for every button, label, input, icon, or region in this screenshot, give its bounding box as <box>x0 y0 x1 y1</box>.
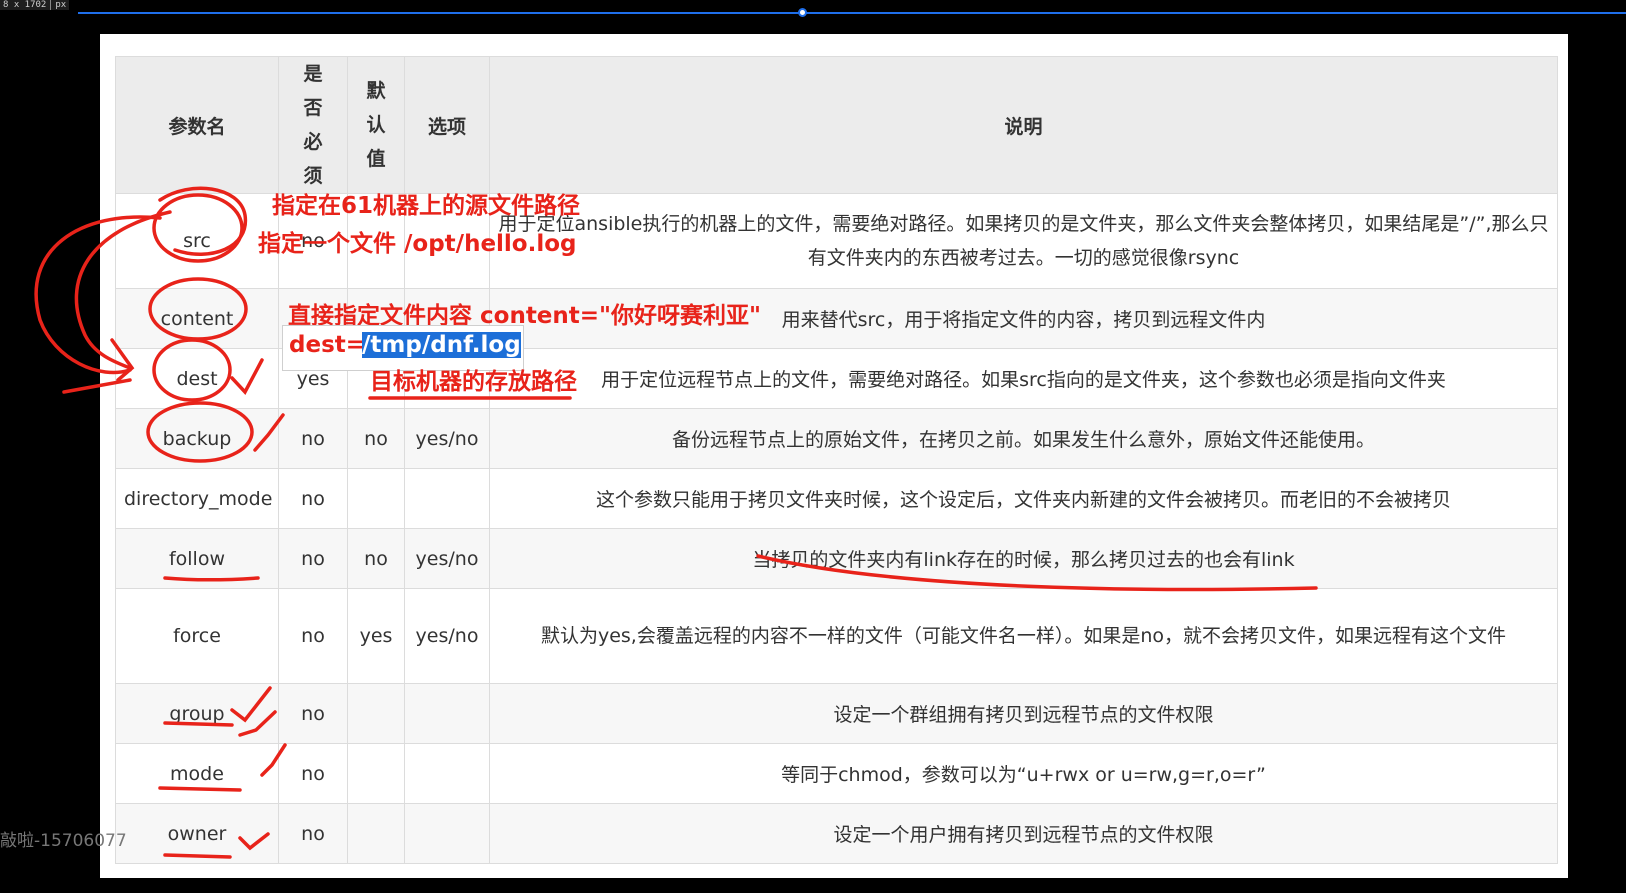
param-name: group <box>115 683 279 744</box>
param-options: yes/no <box>404 528 490 589</box>
param-description: 备份远程节点上的原始文件，在拷贝之前。如果发生什么意外，原始文件还能使用。 <box>489 408 1558 469</box>
annotation-dest-prefix: dest= <box>289 332 366 358</box>
watermark-text: 敲啦-15706077 <box>0 831 127 851</box>
param-description: 等同于chmod，参数可以为“u+rwx or u=rw,g=r,o=r” <box>489 743 1558 804</box>
parameter-table: 参数名 是否必须 默认值 选项 说明 src no 用于定位ansible执行的… <box>115 56 1558 864</box>
ruler-unit: px <box>50 0 66 10</box>
param-default <box>347 743 405 804</box>
param-description: 默认为yes,会覆盖远程的内容不一样的文件（可能文件名一样）。如果是no，就不会… <box>489 588 1558 684</box>
param-name: content <box>115 288 279 349</box>
param-description: 用于定位远程节点上的文件，需要绝对路径。如果src指向的是文件夹，这个参数也必须… <box>489 348 1558 409</box>
param-required: no <box>278 743 348 804</box>
param-description: 设定一个群组拥有拷贝到远程节点的文件权限 <box>489 683 1558 744</box>
annotation-dest-note: 目标机器的存放路径 <box>370 369 577 395</box>
param-default <box>347 468 405 529</box>
param-required: no <box>278 588 348 684</box>
param-name: follow <box>115 528 279 589</box>
header-options: 选项 <box>404 56 490 194</box>
ruler-readout: 8 x 1702 px <box>0 0 70 10</box>
param-name: dest <box>115 348 279 409</box>
table-row: group no 设定一个群组拥有拷贝到远程节点的文件权限 <box>115 683 1558 744</box>
param-name: owner <box>115 803 279 864</box>
header-required: 是否必须 <box>278 56 348 194</box>
param-default <box>347 683 405 744</box>
annotation-src-file: 指定一个文件 /opt/hello.log <box>258 231 577 257</box>
table-row: follow no no yes/no 当拷贝的文件夹内有link存在的时候，那… <box>115 528 1558 589</box>
annotation-dest-value-selected[interactable]: /tmp/dnf.log <box>362 332 521 358</box>
table-row: force no yes yes/no 默认为yes,会覆盖远程的内容不一样的文… <box>115 588 1558 684</box>
table-row: directory_mode no 这个参数只能用于拷贝文件夹时候，这个设定后，… <box>115 468 1558 529</box>
header-description: 说明 <box>489 56 1558 194</box>
param-options <box>404 683 490 744</box>
param-options <box>404 803 490 864</box>
param-required: no <box>278 803 348 864</box>
param-default: no <box>347 528 405 589</box>
header-default: 默认值 <box>347 56 405 194</box>
param-options: yes/no <box>404 408 490 469</box>
param-name: directory_mode <box>115 468 279 529</box>
param-required: no <box>278 528 348 589</box>
table-row: mode no 等同于chmod，参数可以为“u+rwx or u=rw,g=r… <box>115 743 1558 804</box>
param-required: no <box>278 468 348 529</box>
param-required: no <box>278 683 348 744</box>
param-options: yes/no <box>404 588 490 684</box>
param-required: no <box>278 408 348 469</box>
param-description: 这个参数只能用于拷贝文件夹时候，这个设定后，文件夹内新建的文件会被拷贝。而老旧的… <box>489 468 1558 529</box>
ruler-size: 8 x 1702 <box>3 0 47 10</box>
param-description: 设定一个用户拥有拷贝到远程节点的文件权限 <box>489 803 1558 864</box>
param-name: force <box>115 588 279 684</box>
param-default: yes <box>347 588 405 684</box>
header-param-name: 参数名 <box>115 56 279 194</box>
ruler-guide-line[interactable] <box>78 12 1626 14</box>
param-name: mode <box>115 743 279 804</box>
table-row: owner no 设定一个用户拥有拷贝到远程节点的文件权限 <box>115 803 1558 864</box>
param-default <box>347 803 405 864</box>
param-options <box>404 743 490 804</box>
annotation-src-source-path: 指定在61机器上的源文件路径 <box>272 193 581 219</box>
ruler-guide-handle[interactable] <box>798 8 807 17</box>
param-description: 当拷贝的文件夹内有link存在的时候，那么拷贝过去的也会有link <box>489 528 1558 589</box>
param-name: src <box>115 193 279 289</box>
param-name: backup <box>115 408 279 469</box>
table-row: backup no no yes/no 备份远程节点上的原始文件，在拷贝之前。如… <box>115 408 1558 469</box>
param-description: 用于定位ansible执行的机器上的文件，需要绝对路径。如果拷贝的是文件夹，那么… <box>489 193 1558 289</box>
table-header-row: 参数名 是否必须 默认值 选项 说明 <box>115 56 1558 194</box>
param-options <box>404 468 490 529</box>
param-default: no <box>347 408 405 469</box>
